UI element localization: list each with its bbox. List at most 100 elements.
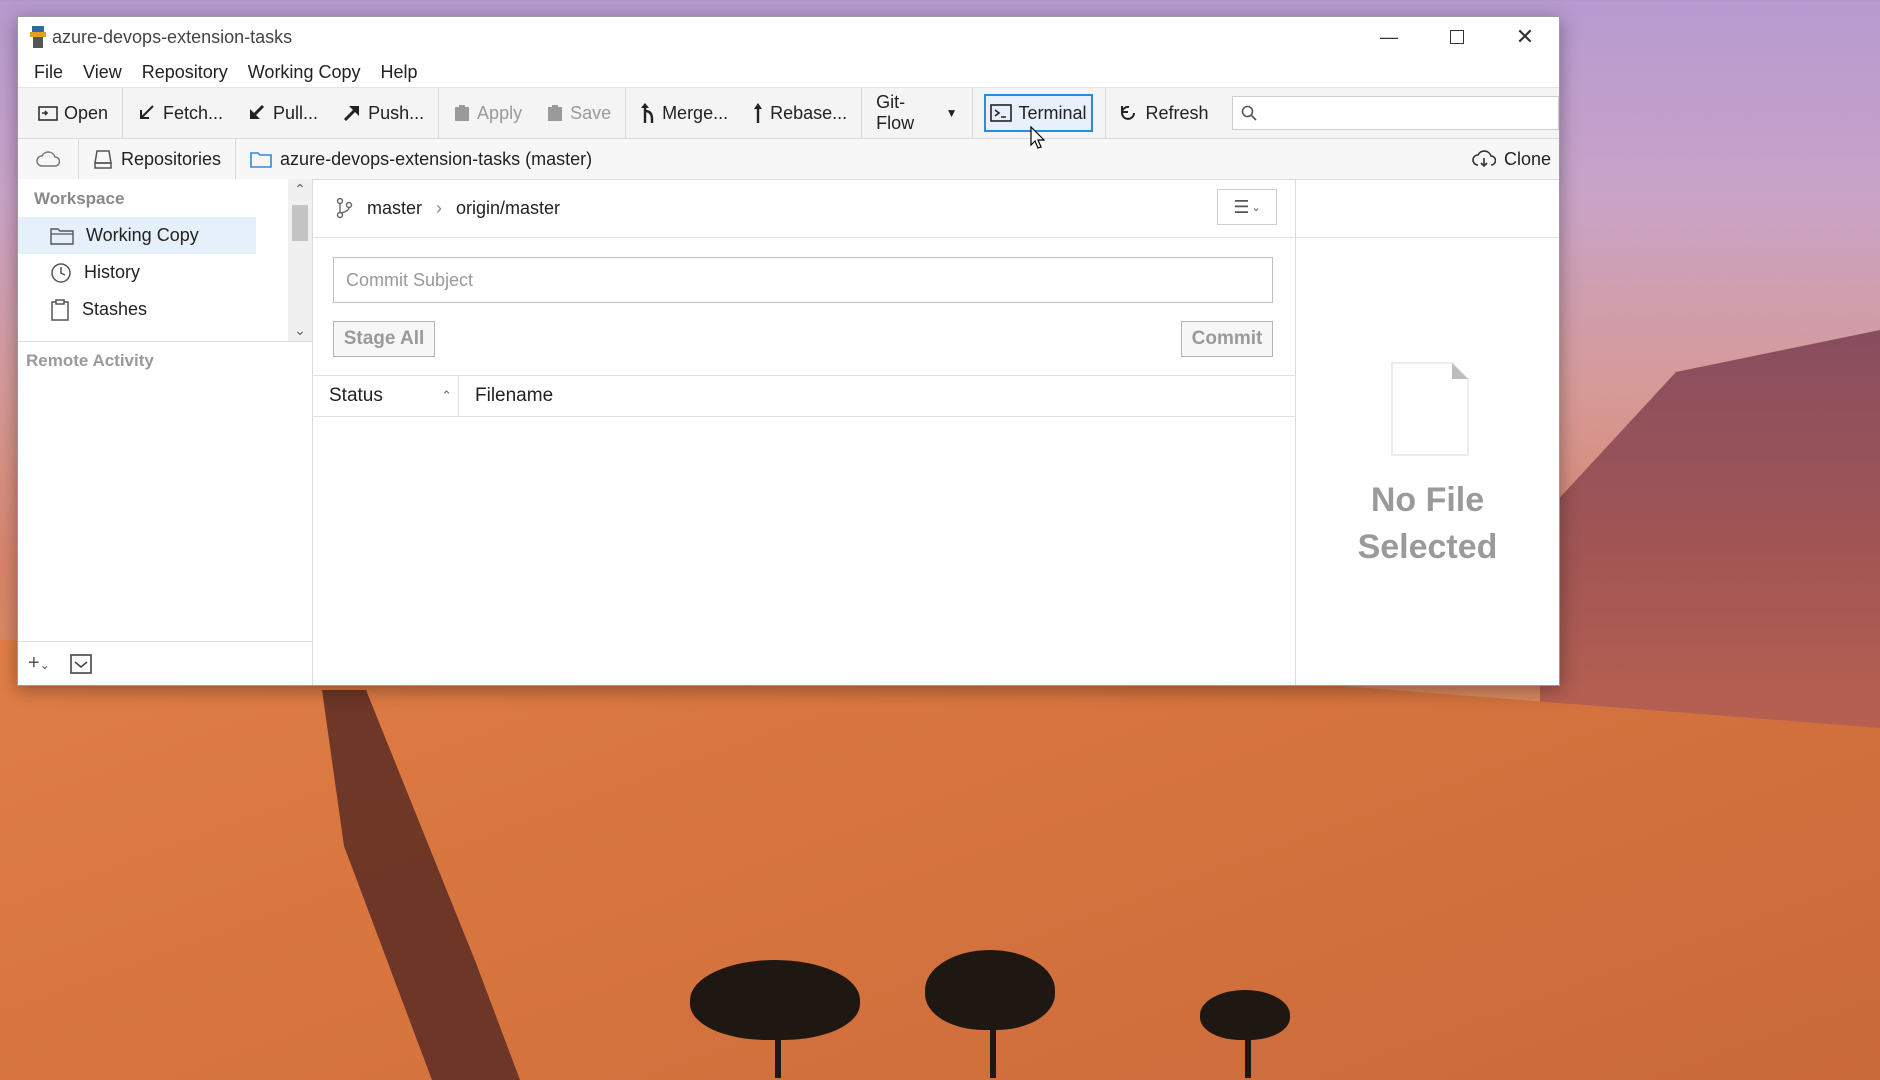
local-branch[interactable]: master: [367, 198, 422, 219]
add-menu-button[interactable]: +⌄: [28, 652, 50, 675]
rebase-button[interactable]: Rebase...: [740, 94, 859, 132]
menu-working-copy[interactable]: Working Copy: [248, 62, 361, 83]
clone-button[interactable]: Clone: [1472, 139, 1551, 179]
save-label: Save: [570, 102, 612, 123]
save-button[interactable]: Save: [534, 94, 623, 132]
toolbar-divider: [1104, 88, 1106, 138]
sidebar-footer: +⌄: [18, 641, 312, 685]
minimize-button[interactable]: —: [1355, 17, 1423, 57]
apply-button[interactable]: Apply: [441, 94, 534, 132]
folder-icon: [250, 152, 272, 168]
search-box[interactable]: [1232, 96, 1559, 130]
sidebar-item-label: Stashes: [82, 299, 148, 319]
cloud-button[interactable]: [18, 139, 78, 179]
commit-subject-input[interactable]: [333, 257, 1273, 303]
toolbar-divider: [861, 88, 863, 138]
merge-label: Merge...: [662, 102, 729, 123]
push-label: Push...: [368, 102, 425, 123]
sidebar-item-working-copy[interactable]: Working Copy: [18, 217, 256, 254]
scroll-up-icon[interactable]: ⌃: [288, 181, 312, 198]
open-label: Open: [64, 102, 109, 123]
push-button[interactable]: Push...: [330, 94, 436, 132]
column-status[interactable]: Status ⌃: [313, 376, 459, 416]
rebase-label: Rebase...: [770, 102, 848, 123]
sidebar-scrollbar[interactable]: ⌃ ⌄: [288, 179, 312, 341]
search-icon: [1242, 105, 1258, 121]
clock-icon: [51, 262, 71, 283]
window-controls: — ✕: [1355, 17, 1559, 57]
menu-repository[interactable]: Repository: [142, 62, 228, 83]
sidebar-divider: [18, 341, 312, 342]
remote-branch[interactable]: origin/master: [456, 198, 560, 219]
no-file-line-1: No File: [1370, 481, 1485, 519]
refresh-button[interactable]: Refresh: [1107, 94, 1220, 132]
view-options-button[interactable]: ☰ ⌄: [1217, 189, 1277, 225]
branch-bar: master › origin/master ☰ ⌄: [313, 179, 1295, 238]
chevron-down-icon: ⌄: [39, 658, 50, 672]
search-input[interactable]: [1263, 103, 1558, 123]
menu-file[interactable]: File: [34, 62, 63, 83]
window-title: azure-devops-extension-tasks: [52, 26, 293, 47]
mouse-cursor-icon: [1030, 126, 1046, 149]
maximize-icon: [1450, 30, 1464, 44]
scroll-down-icon[interactable]: ⌄: [288, 322, 312, 339]
open-button[interactable]: Open: [26, 94, 120, 132]
title-bar: azure-devops-extension-tasks — ✕: [18, 17, 1559, 57]
pull-icon: [250, 104, 265, 119]
scrollbar-thumb[interactable]: [292, 205, 308, 241]
blank-file-icon: [1391, 362, 1469, 456]
rebase-icon: [754, 103, 763, 123]
list-icon: ☰: [1233, 196, 1250, 217]
sidebar-item-stashes[interactable]: Stashes: [18, 291, 256, 328]
fetch-label: Fetch...: [163, 102, 224, 123]
column-filename-label: Filename: [475, 385, 554, 406]
column-status-label: Status: [329, 385, 383, 406]
gitflow-button[interactable]: Git-Flow ▼: [864, 92, 969, 133]
pull-label: Pull...: [273, 102, 319, 123]
menu-help[interactable]: Help: [380, 62, 417, 83]
workspace-header: Workspace: [34, 189, 125, 208]
close-button[interactable]: ✕: [1491, 17, 1559, 57]
repositories-label: Repositories: [121, 148, 222, 169]
fetch-button[interactable]: Fetch...: [125, 94, 235, 132]
terminal-icon: [990, 104, 1013, 122]
sidebar-item-history[interactable]: History: [18, 254, 256, 291]
maximize-button[interactable]: [1423, 17, 1491, 57]
preview-header: [1296, 179, 1559, 238]
minimize-icon: —: [1380, 26, 1398, 47]
terminal-label: Terminal: [1018, 102, 1087, 123]
commit-button[interactable]: Commit: [1181, 321, 1273, 357]
current-repo-label: azure-devops-extension-tasks (master): [280, 148, 593, 169]
working-copy-panel: master › origin/master ☰⌄ Stage All Comm…: [313, 179, 1296, 685]
hard-drive-icon: [94, 150, 112, 169]
fetch-icon: [140, 105, 154, 119]
cloud-icon: [36, 151, 60, 167]
file-preview-panel: No File Selected: [1296, 179, 1559, 685]
sidebar: Workspace Working Copy History Stashes ⌃…: [18, 179, 313, 685]
menu-view[interactable]: View: [83, 62, 122, 83]
cloud-download-icon: [1472, 150, 1496, 168]
app-window: azure-devops-extension-tasks — ✕ File Vi…: [17, 16, 1560, 686]
no-file-selected-text: No File Selected: [1296, 477, 1559, 571]
sort-ascending-icon: ⌃: [441, 388, 452, 403]
inbox-icon[interactable]: [69, 653, 92, 674]
merge-button[interactable]: Merge...: [628, 94, 740, 132]
stage-all-button[interactable]: Stage All: [333, 321, 435, 357]
repositories-link[interactable]: Repositories: [79, 139, 235, 179]
caret-down-icon: ▼: [945, 106, 958, 120]
desktop-background-dune: [1540, 330, 1880, 750]
stash-save-icon: [548, 105, 563, 121]
merge-icon: [641, 103, 654, 123]
column-filename[interactable]: Filename: [459, 376, 553, 416]
pull-button[interactable]: Pull...: [235, 94, 330, 132]
current-repo-link[interactable]: azure-devops-extension-tasks (master): [236, 139, 606, 179]
chevron-right-icon: ›: [436, 197, 443, 218]
close-icon: ✕: [1515, 24, 1535, 49]
no-file-line-2: Selected: [1357, 528, 1498, 566]
sidebar-item-label: History: [84, 262, 141, 282]
refresh-icon: [1121, 105, 1136, 120]
toolbar-divider: [122, 88, 123, 138]
apply-label: Apply: [477, 102, 523, 123]
branch-icon: [336, 197, 353, 219]
push-icon: [344, 106, 360, 122]
